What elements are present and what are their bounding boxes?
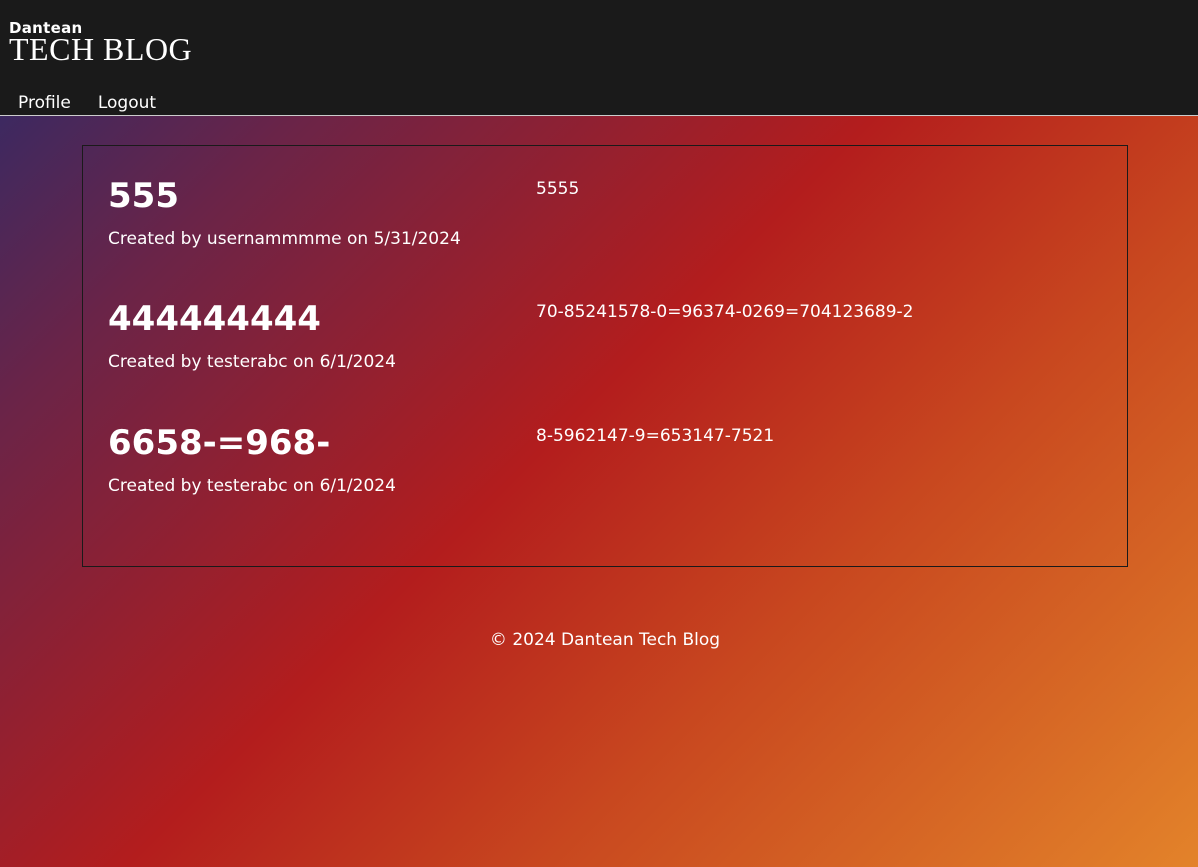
site-header: Dantean TECH BLOG Profile Logout: [0, 0, 1198, 116]
post-body: 8-5962147-9=653147-7521: [536, 426, 775, 446]
post-meta: Created by testerabc on 6/1/2024: [108, 352, 396, 372]
post-meta: Created by testerabc on 6/1/2024: [108, 476, 396, 496]
footer-copyright: © 2024 Dantean Tech Blog: [489, 630, 721, 650]
site-footer: © 2024 Dantean Tech Blog: [0, 629, 1198, 651]
post-body: 5555: [536, 179, 580, 199]
post-title[interactable]: 555: [108, 176, 179, 216]
post-title[interactable]: 6658-=968-: [108, 423, 330, 463]
post-title[interactable]: 444444444: [108, 299, 321, 339]
logo-big-text: TECH BLOG: [9, 31, 193, 67]
nav-profile-link[interactable]: Profile: [18, 92, 71, 114]
posts-panel: 555 Created by usernammmme on 5/31/2024 …: [82, 145, 1128, 567]
post-meta: Created by usernammmme on 5/31/2024: [108, 229, 461, 249]
post-body: 70-85241578-0=96374-0269=704123689-2: [536, 302, 914, 322]
nav-logout-link[interactable]: Logout: [98, 92, 156, 114]
site-logo[interactable]: Dantean TECH BLOG: [9, 20, 193, 67]
main-nav: Profile Logout: [18, 92, 156, 114]
